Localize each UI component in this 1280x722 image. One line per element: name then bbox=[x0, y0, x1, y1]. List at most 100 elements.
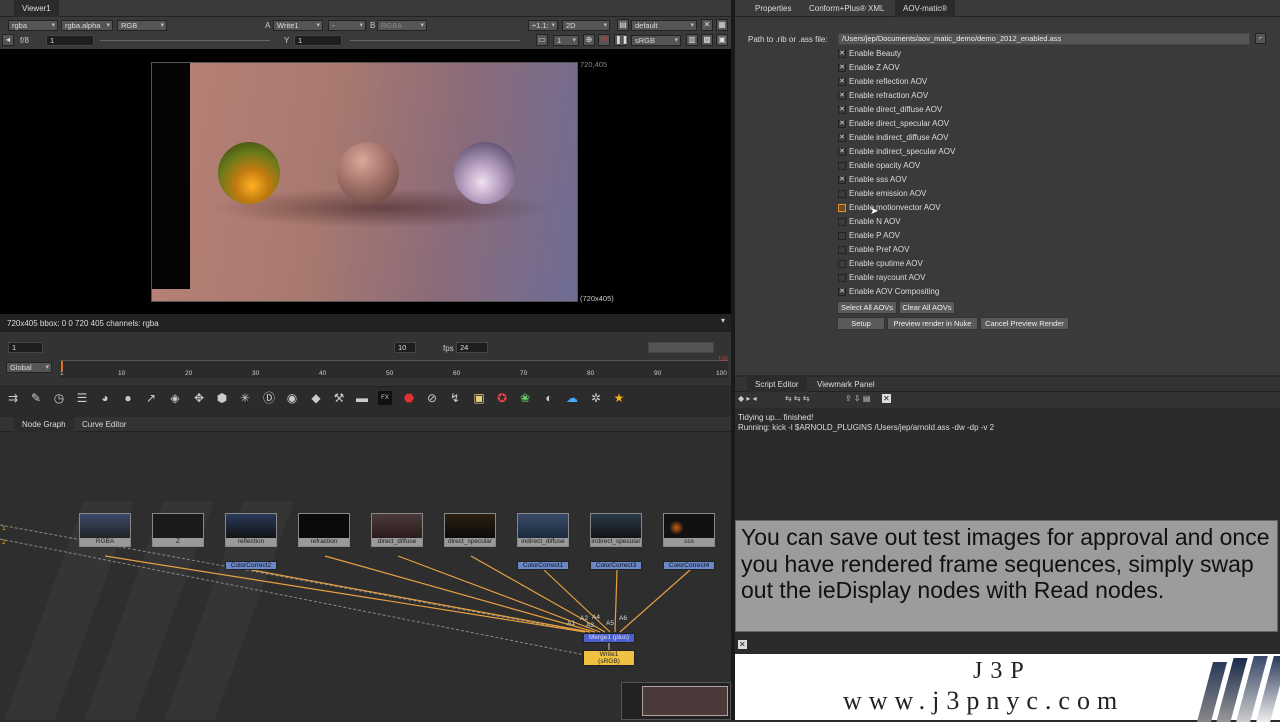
toolsets-icon[interactable]: ⚒ bbox=[332, 391, 346, 405]
mode-select[interactable]: 2D bbox=[562, 20, 610, 31]
a-input-select[interactable]: Write1 bbox=[273, 20, 323, 31]
ie-icon[interactable]: ⊘ bbox=[425, 391, 439, 405]
save-icon[interactable]: ⇪ ⇩ ▤ bbox=[845, 394, 870, 403]
settings-icon[interactable]: ✲ bbox=[589, 391, 603, 405]
skip-step-field[interactable]: 10 bbox=[394, 342, 416, 353]
node-direct-diffuse[interactable]: direct_diffuse bbox=[371, 513, 423, 547]
viewer-canvas[interactable]: 720,405 (720x405) bbox=[0, 49, 731, 314]
setup-button[interactable]: Setup bbox=[837, 317, 885, 330]
node-indirect-diffuse[interactable]: indirect_diffuse bbox=[517, 513, 569, 547]
color-icon[interactable]: ◕ bbox=[98, 391, 112, 405]
path-field[interactable]: /Users/jep/Documents/aov_matic_demo/demo… bbox=[838, 33, 1250, 45]
checkbox-indirect-specular[interactable]: ✕ bbox=[838, 148, 846, 156]
checkbox-cputime[interactable] bbox=[838, 260, 846, 268]
checkbox-emission[interactable] bbox=[838, 190, 846, 198]
timeline[interactable]: 1 10 20 30 40 50 60 70 80 90 100 100 bbox=[60, 357, 728, 378]
script-output[interactable]: Tidying up... finished! Running: kick -l… bbox=[735, 408, 1280, 520]
merge-icon[interactable]: ◈ bbox=[168, 391, 182, 405]
colorspace-select[interactable]: sRGB bbox=[631, 35, 681, 46]
pause-icon[interactable]: ❚❚ bbox=[614, 34, 628, 46]
navigator-minimap[interactable] bbox=[621, 682, 731, 720]
file-browse-icon[interactable]: ⌐ bbox=[1255, 33, 1266, 44]
node-merge1[interactable]: Merge1 (plus) bbox=[583, 633, 635, 643]
node-refraction[interactable]: refraction bbox=[298, 513, 350, 547]
transform-icon[interactable]: ✥ bbox=[192, 391, 206, 405]
node-rgba[interactable]: RGBA bbox=[79, 513, 131, 547]
python-icon[interactable]: ❀ bbox=[518, 391, 532, 405]
views-icon[interactable]: ◉ bbox=[285, 391, 299, 405]
checkbox-pref[interactable] bbox=[838, 246, 846, 254]
grid-icon[interactable]: ▥ bbox=[686, 34, 698, 46]
sticky-icon[interactable]: ▣ bbox=[472, 391, 486, 405]
tab-script-editor[interactable]: Script Editor bbox=[747, 377, 807, 392]
channel-icon[interactable]: ☰ bbox=[75, 391, 89, 405]
metadata-icon[interactable]: ◆ bbox=[309, 391, 323, 405]
fps-field[interactable]: 24 bbox=[456, 342, 488, 353]
ratio-select[interactable]: ÷1.1: bbox=[528, 20, 558, 31]
checkbox-sss[interactable]: ✕ bbox=[838, 176, 846, 184]
tab-properties[interactable]: Properties bbox=[747, 0, 799, 17]
script-input[interactable]: ✕ bbox=[735, 632, 1280, 654]
checkbox-motionvector[interactable] bbox=[838, 204, 846, 212]
info-menu-icon[interactable]: ▾ bbox=[721, 316, 725, 325]
deep-icon[interactable]: Ⓓ bbox=[262, 391, 276, 405]
alpha-select[interactable]: rgba.alpha bbox=[61, 20, 113, 31]
clear-icon[interactable]: ✕ bbox=[882, 394, 891, 403]
tab-viewmark-panel[interactable]: Viewmark Panel bbox=[809, 377, 883, 392]
favorite-icon[interactable]: ★ bbox=[612, 391, 626, 405]
keyer-icon[interactable]: ↗ bbox=[144, 391, 158, 405]
preview-render-button[interactable]: Preview render in Nuke bbox=[887, 317, 978, 330]
tab-node-graph[interactable]: Node Graph bbox=[14, 417, 74, 432]
node-colorcorrect1[interactable]: ColorCorrect1 bbox=[517, 561, 569, 570]
checkbox-p[interactable] bbox=[838, 232, 846, 240]
refresh-icon[interactable]: ⟳ bbox=[598, 34, 610, 46]
rgb-select[interactable]: RGB bbox=[117, 20, 167, 31]
node-indirect-specular[interactable]: indirect_specular bbox=[590, 513, 642, 547]
3d-icon[interactable]: ⬢ bbox=[215, 391, 229, 405]
checkbox-z[interactable]: ✕ bbox=[838, 64, 846, 72]
node-z[interactable]: Z bbox=[152, 513, 204, 547]
load-icon[interactable]: ⇆ ⇆ ⇆ bbox=[785, 394, 810, 403]
node-colorcorrect2[interactable]: ColorCorrect2 bbox=[225, 561, 277, 570]
channels-select[interactable]: rgba bbox=[8, 20, 58, 31]
checkbox-reflection[interactable]: ✕ bbox=[838, 78, 846, 86]
node-direct-specular[interactable]: direct_specular bbox=[444, 513, 496, 547]
other-icon[interactable]: ▬ bbox=[355, 391, 369, 405]
mask-icon[interactable]: ▩ bbox=[701, 34, 713, 46]
wipe-icon[interactable]: ✕ bbox=[701, 19, 713, 31]
cancel-preview-button[interactable]: Cancel Preview Render bbox=[980, 317, 1069, 330]
target-icon[interactable]: ⊕ bbox=[583, 34, 595, 46]
composite-select[interactable]: - bbox=[328, 20, 366, 31]
fstop-field[interactable]: 1 bbox=[46, 35, 94, 46]
node-colorcorrect3[interactable]: ColorCorrect3 bbox=[590, 561, 642, 570]
minimap-viewport[interactable] bbox=[642, 686, 728, 716]
draw-icon[interactable]: ✎ bbox=[29, 391, 43, 405]
b-input-select[interactable]: RGBA bbox=[377, 20, 427, 31]
proxy-select[interactable]: 1 bbox=[553, 35, 579, 46]
lut-select[interactable]: default bbox=[631, 20, 697, 31]
cloud-icon[interactable]: ☁ bbox=[565, 391, 579, 405]
time-icon[interactable]: ◷ bbox=[52, 391, 66, 405]
ocula-icon[interactable]: ⬣ bbox=[402, 391, 416, 405]
checkbox-beauty[interactable]: ✕ bbox=[838, 50, 846, 58]
checkbox-raycount[interactable] bbox=[838, 274, 846, 282]
node-colorcorrect4[interactable]: ColorCorrect4 bbox=[663, 561, 715, 570]
checkbox-direct-specular[interactable]: ✕ bbox=[838, 120, 846, 128]
range-select[interactable]: Global bbox=[6, 362, 52, 373]
gamma-field[interactable]: 1 bbox=[294, 35, 342, 46]
tab-curve-editor[interactable]: Curve Editor bbox=[74, 417, 134, 432]
filter-icon[interactable]: ● bbox=[121, 391, 135, 405]
prev-icon[interactable]: ◆ ▸ ◂ bbox=[738, 394, 757, 403]
roi-icon[interactable]: ▭ bbox=[536, 34, 548, 46]
checkbox-refraction[interactable]: ✕ bbox=[838, 92, 846, 100]
node-write1[interactable]: Write1 (sRGB) bbox=[583, 650, 635, 666]
checkbox-indirect-diffuse[interactable]: ✕ bbox=[838, 134, 846, 142]
flipbook-field[interactable] bbox=[648, 342, 714, 353]
tab-conform-xml[interactable]: Conform+Plus® XML bbox=[801, 0, 892, 17]
lut-icon[interactable]: ▤ bbox=[617, 19, 629, 31]
overlay-icon[interactable]: ▦ bbox=[716, 19, 728, 31]
furnace-icon[interactable]: FX bbox=[378, 391, 392, 405]
gain-slider[interactable] bbox=[100, 40, 270, 41]
node-graph-canvas[interactable]: 1 2 RGBA Z reflection refraction direct_… bbox=[0, 432, 731, 720]
read-icon[interactable]: ⇉ bbox=[6, 391, 20, 405]
